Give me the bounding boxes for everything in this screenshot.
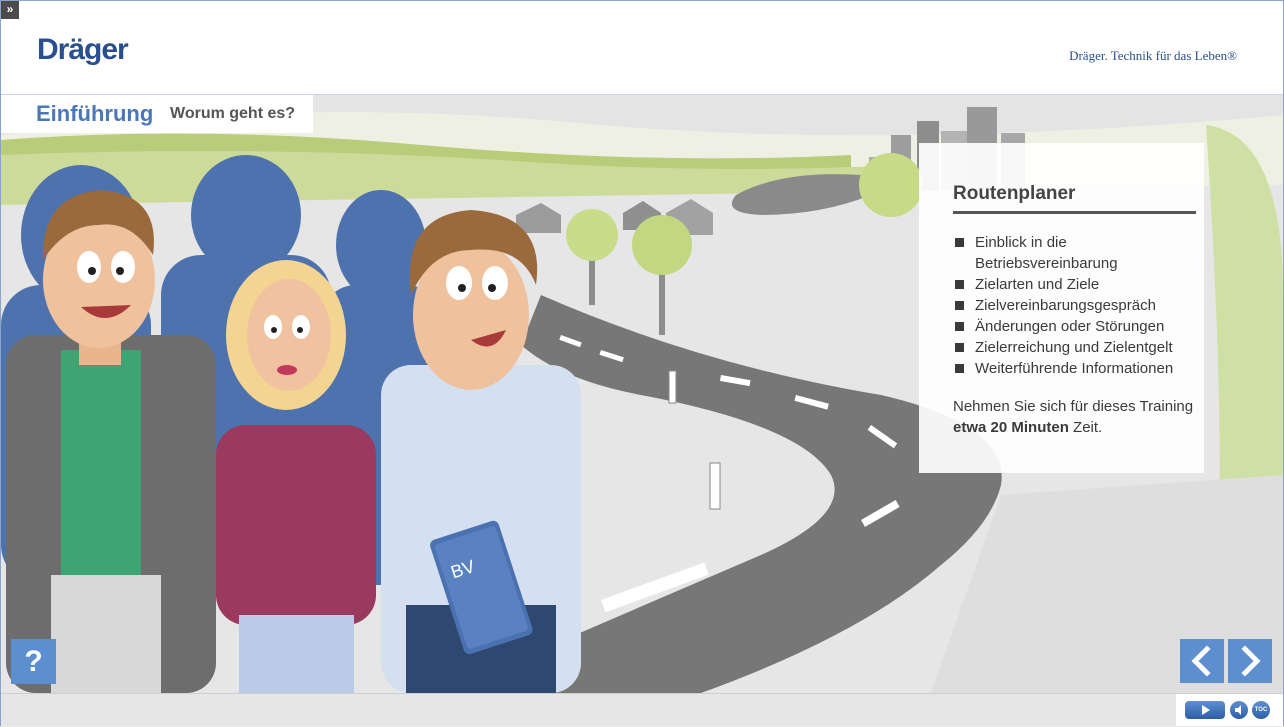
section-subtitle: Worum geht es?	[170, 105, 296, 122]
speaker-icon	[1235, 705, 1241, 715]
brand-slogan: Dräger. Technik für das Leben®	[1069, 48, 1237, 63]
list-item: Weiterführende Informationen	[953, 358, 1203, 379]
duration-note: Nehmen Sie sich für dieses Training etwa…	[953, 396, 1198, 438]
next-button[interactable]	[1228, 639, 1272, 683]
player-controls: TOC	[1176, 694, 1283, 726]
section-title-box: Einführung Worum geht es?	[1, 95, 313, 133]
chevron-left-icon	[1191, 645, 1211, 677]
panel-title: Routenplaner	[953, 183, 1076, 204]
toc-button[interactable]: TOC	[1252, 701, 1270, 719]
play-button[interactable]	[1185, 701, 1225, 719]
help-button[interactable]: ?	[11, 639, 56, 684]
expand-button[interactable]: »	[1, 1, 19, 19]
chevron-right-icon	[1241, 645, 1261, 677]
topic-list: Einblick in die Betriebsvereinbarung Zie…	[953, 232, 1203, 379]
routenplaner-panel: Routenplaner Einblick in die Betriebsver…	[919, 143, 1204, 473]
previous-button[interactable]	[1180, 639, 1224, 683]
list-item: Zielarten und Ziele	[953, 274, 1203, 295]
panel-divider	[953, 211, 1196, 214]
header: » Dräger Dräger. Technik für das Leben®	[1, 1, 1283, 95]
list-item: Einblick in die Betriebsvereinbarung	[953, 232, 1203, 274]
brand-logo: Dräger	[37, 33, 129, 66]
duration-note-start: Nehmen Sie sich für dieses Training	[953, 398, 1194, 415]
list-item: Änderungen oder Störungen	[953, 316, 1203, 337]
volume-button[interactable]	[1230, 701, 1248, 719]
duration-note-end: Zeit.	[1068, 419, 1103, 436]
double-chevron-right-icon: »	[6, 2, 14, 16]
list-item: Zielvereinbarungsgespräch	[953, 295, 1203, 316]
section-title: Einführung	[36, 101, 154, 126]
list-item: Zielerreichung und Zielentgelt	[953, 337, 1203, 358]
duration-note-bold: etwa 20 Minuten	[953, 419, 1069, 436]
play-icon	[1202, 705, 1210, 715]
player-bar: TOC	[1, 693, 1283, 726]
